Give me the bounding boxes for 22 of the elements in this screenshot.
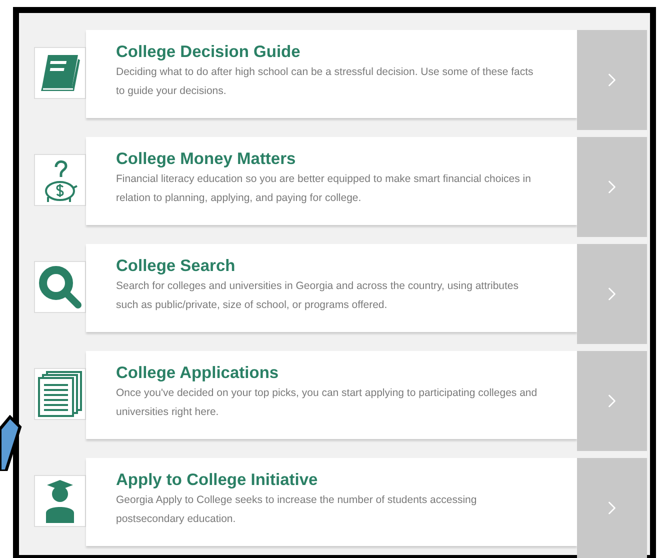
card-description: Financial literacy education so you are better equipped to make smart financial choices in relation to planning, applying, and paying for college. (116, 172, 532, 206)
chevron-button[interactable] (577, 244, 647, 344)
card[interactable]: Apply to College Initiative Georgia Apply to College seeks to increase the number of students accessing postsecondary education. (86, 458, 577, 546)
chevron-button[interactable] (577, 458, 647, 558)
graduate-icon (43, 479, 77, 523)
chevron-button[interactable] (577, 137, 647, 237)
book-icon (38, 53, 82, 93)
card-title: Apply to College Initiative (116, 470, 319, 490)
card-title: College Money Matters (116, 149, 297, 169)
card[interactable]: College Decision Guide Deciding what to do after high school can be a stressful decision. Use some of these facts to guide your decisions. (86, 30, 577, 118)
chevron-button[interactable] (577, 30, 647, 130)
card-title: College Search (116, 256, 236, 276)
card-description: Once you've decided on your top picks, you can start applying to participating colleges and universities right here. (116, 386, 538, 420)
card-title: College Applications (116, 363, 280, 383)
card-description: Search for colleges and universities in Georgia and across the country, using attributes such as public/private, size of school, or programs offered. (116, 279, 520, 313)
card[interactable]: College Search Search for colleges and universities in Georgia and across the country, using attributes such as public/private, size of school, or programs offered. (86, 244, 577, 332)
card[interactable]: College Money Matters Financial literacy education so you are better equipped to make smart financial choices in relation to planning, applying, and paying for college. (86, 137, 577, 225)
card-title: College Decision Guide (116, 42, 302, 62)
card[interactable]: College Applications Once you've decided on your top picks, you can start applying to participating colleges and universities right here. (86, 351, 577, 439)
chevron-button[interactable] (577, 351, 647, 451)
card-description: Georgia Apply to College seeks to increase the number of students accessing postsecondary education. (116, 493, 478, 527)
card-description: Deciding what to do after high school can be a stressful decision. Use some of these facts to guide your decisions. (116, 65, 534, 99)
